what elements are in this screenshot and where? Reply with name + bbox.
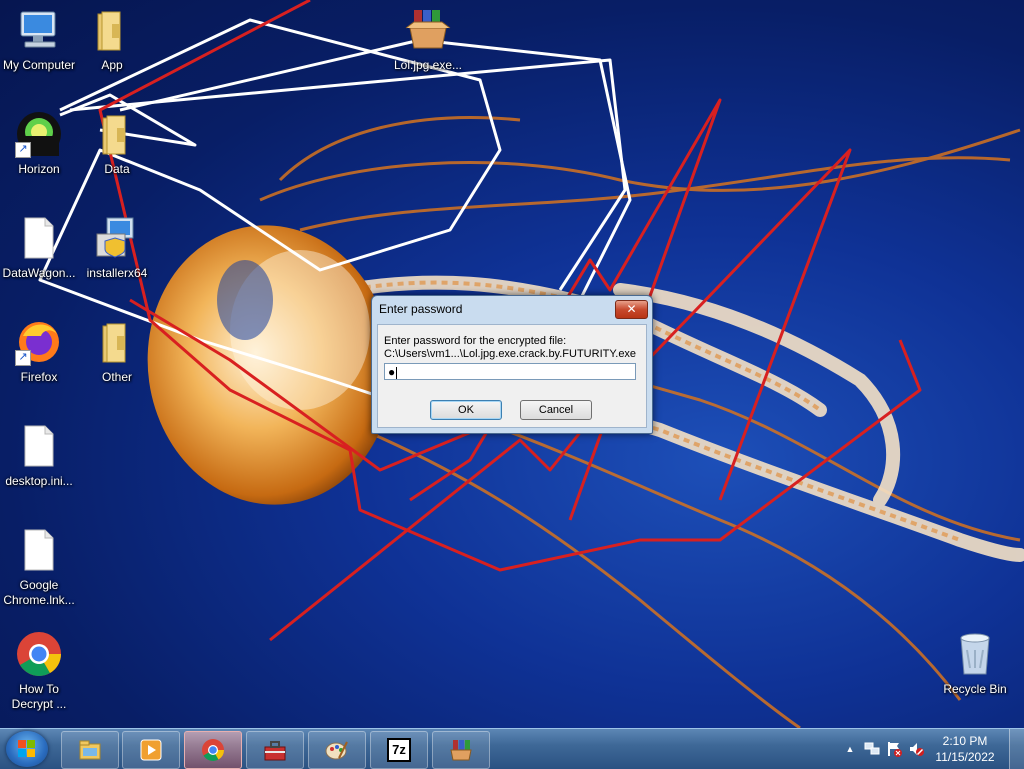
dialog-titlebar[interactable]: Enter password ✕ — [372, 296, 652, 323]
desktop-icon-how-to-decrypt[interactable]: How To Decrypt ... — [0, 630, 78, 712]
desktop-icon-firefox[interactable]: ↗ Firefox — [0, 318, 78, 385]
blank-file-icon — [15, 214, 63, 262]
password-input[interactable]: ● — [384, 363, 636, 380]
desktop-icon-my-computer[interactable]: My Computer — [0, 6, 78, 73]
network-icon[interactable] — [864, 741, 880, 757]
taskbar: 7z ▲ 2:10 PM 11/15/2022 — [0, 728, 1024, 769]
clock-date: 11/15/2022 — [935, 750, 995, 764]
start-button[interactable] — [6, 731, 48, 767]
desktop-icon-label: How To Decrypt ... — [11, 682, 67, 711]
ok-button[interactable]: OK — [430, 400, 502, 420]
desktop-icon-label: My Computer — [2, 58, 76, 72]
paint-icon — [325, 738, 349, 762]
enter-password-dialog: Enter password ✕ Enter password for the … — [371, 295, 653, 434]
desktop-icon-label: Horizon — [18, 162, 60, 176]
password-value: ● — [388, 365, 396, 379]
desktop-icon-lol-jpg-exe[interactable]: Lol.jpg.exe... — [389, 6, 467, 73]
winrar-icon — [449, 738, 473, 762]
dialog-body: Enter password for the encrypted file: C… — [377, 324, 647, 428]
chrome-icon — [201, 738, 225, 762]
desktop-icon-google-chrome-lnk[interactable]: Google Chrome.lnk... — [0, 526, 78, 608]
desktop-icon-label: Lol.jpg.exe... — [393, 58, 463, 72]
taskbar-item-paint[interactable] — [308, 731, 366, 769]
explorer-icon — [78, 738, 102, 762]
dialog-prompt: Enter password for the encrypted file: C… — [384, 335, 636, 361]
desktop-icon-label: Data — [104, 162, 130, 176]
windows-logo-icon — [18, 740, 36, 758]
shortcut-arrow-icon: ↗ — [15, 142, 31, 158]
system-tray: ▲ 2:10 PM 11/15/2022 — [834, 729, 1024, 769]
folder-icon — [93, 110, 141, 158]
show-desktop-button[interactable] — [1009, 729, 1024, 769]
desktop-icon-label: installerx64 — [86, 266, 148, 280]
desktop-icon-label: DataWagon... — [2, 266, 76, 280]
desktop-icon-other[interactable]: Other — [78, 318, 156, 385]
prompt-text: Enter password for the encrypted file: — [384, 335, 567, 347]
7zip-icon: 7z — [387, 738, 411, 762]
taskbar-item-media-player[interactable] — [122, 731, 180, 769]
firefox-icon: ↗ — [15, 318, 63, 366]
taskbar-item-chrome[interactable] — [184, 731, 242, 769]
desktop: My Computer App Lol.jpg.exe... ↗ Horizon… — [0, 0, 1024, 728]
show-hidden-icons-button[interactable]: ▲ — [842, 741, 858, 757]
desktop-icon-app[interactable]: App — [73, 6, 151, 73]
media-player-icon — [139, 738, 163, 762]
desktop-icon-data[interactable]: Data — [78, 110, 156, 177]
text-caret — [396, 366, 398, 379]
cancel-button[interactable]: Cancel — [520, 400, 592, 420]
installer-icon — [93, 214, 141, 262]
folder-icon — [93, 318, 141, 366]
desktop-icon-recycle-bin[interactable]: Recycle Bin — [936, 630, 1014, 697]
desktop-icon-label: App — [101, 58, 123, 72]
taskbar-item-winrar[interactable] — [432, 731, 490, 769]
encrypted-file-path: C:\Users\vm1...\Lol.jpg.exe.crack.by.FUT… — [384, 348, 637, 360]
shortcut-arrow-icon: ↗ — [15, 350, 31, 366]
horizon-icon: ↗ — [15, 110, 63, 158]
taskbar-item-explorer[interactable] — [61, 731, 119, 769]
action-center-flag-icon[interactable] — [886, 741, 902, 757]
desktop-icon-label: Other — [101, 370, 132, 384]
folder-icon — [88, 6, 136, 54]
taskbar-item-7zip[interactable]: 7z — [370, 731, 428, 769]
winrar-archive-icon — [404, 6, 452, 54]
toolbox-icon — [263, 738, 287, 762]
desktop-icon-installerx64[interactable]: installerx64 — [78, 214, 156, 281]
volume-muted-icon[interactable] — [908, 741, 924, 757]
computer-icon — [15, 6, 63, 54]
desktop-icon-label: desktop.ini... — [5, 474, 73, 488]
taskbar-item-toolbox[interactable] — [246, 731, 304, 769]
clock[interactable]: 2:10 PM 11/15/2022 — [930, 733, 1000, 765]
desktop-icon-datawagon[interactable]: DataWagon... — [0, 214, 78, 281]
clock-time: 2:10 PM — [942, 734, 988, 748]
dialog-title: Enter password — [379, 302, 463, 316]
chrome-icon — [15, 630, 63, 678]
blank-file-icon — [15, 526, 63, 574]
desktop-icon-label: Recycle Bin — [943, 682, 1007, 696]
recycle-bin-icon — [951, 630, 999, 678]
close-button[interactable]: ✕ — [615, 300, 648, 319]
desktop-icon-horizon[interactable]: ↗ Horizon — [0, 110, 78, 177]
blank-file-icon — [15, 422, 63, 470]
desktop-icon-label: Google Chrome.lnk... — [3, 578, 75, 607]
desktop-icon-desktop-ini[interactable]: desktop.ini... — [0, 422, 78, 489]
desktop-icon-label: Firefox — [20, 370, 58, 384]
